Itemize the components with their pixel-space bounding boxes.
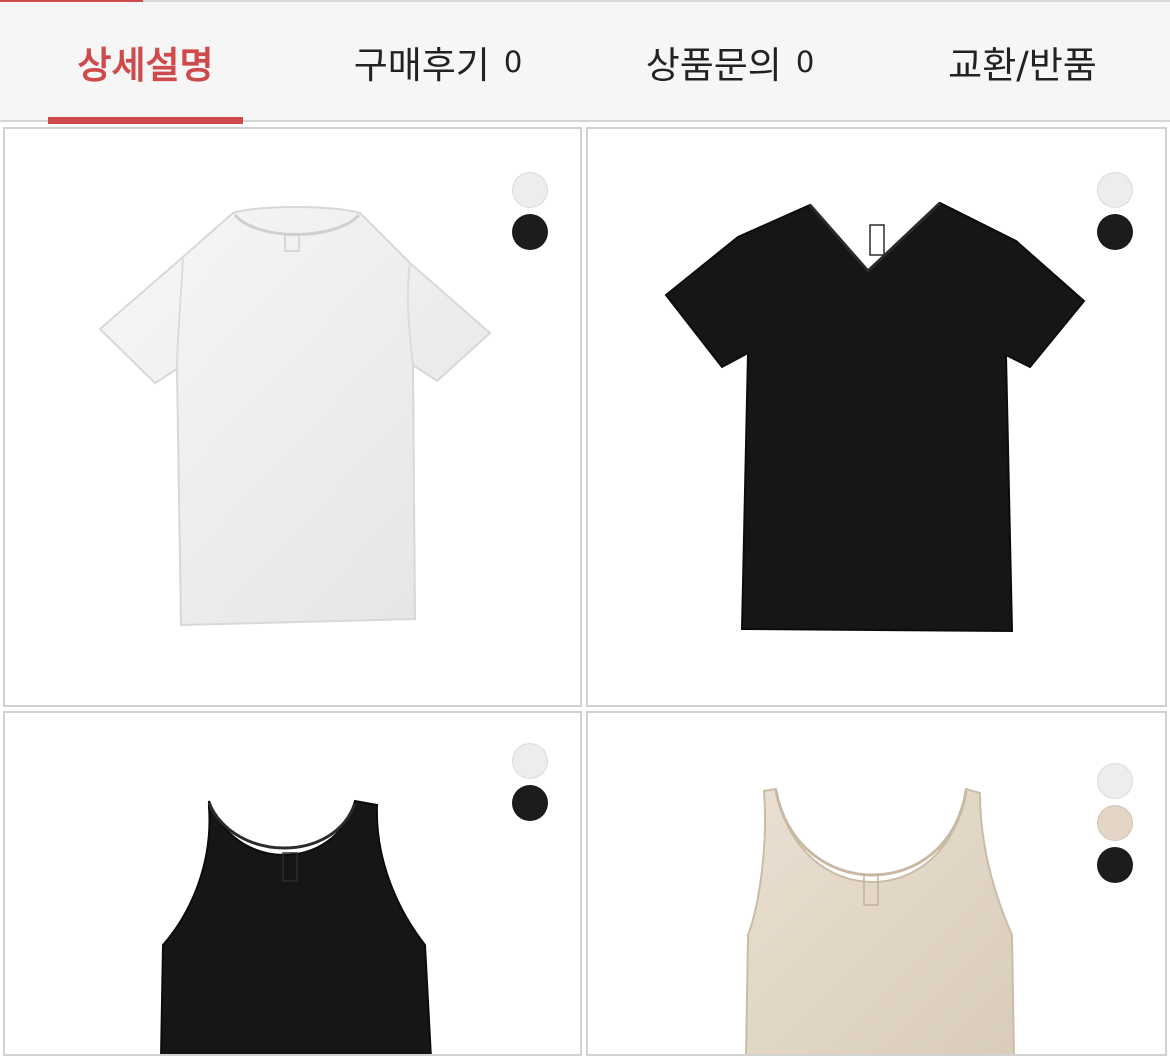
product-card-white-tshirt[interactable] [3, 127, 582, 707]
swatch-white[interactable] [1097, 172, 1133, 208]
tab-details[interactable]: 상세설명 [48, 2, 243, 124]
tab-reviews-label: 구매후기 [353, 44, 490, 87]
black-tank-top-icon [160, 799, 432, 1054]
beige-tank-top-icon [745, 787, 1015, 1054]
color-swatches [512, 743, 548, 821]
swatch-black[interactable] [512, 214, 548, 250]
product-grid [0, 124, 1170, 1056]
swatch-white[interactable] [512, 172, 548, 208]
color-swatches [512, 172, 548, 250]
product-card-beige-tank[interactable] [586, 711, 1167, 1056]
tab-reviews[interactable]: 구매후기 0 [338, 2, 538, 122]
tab-exchange-return-label: 교환/반품 [948, 44, 1097, 87]
tab-inquiries[interactable]: 상품문의 0 [630, 2, 830, 122]
swatch-black[interactable] [1097, 214, 1133, 250]
tab-details-label: 상세설명 [77, 44, 214, 87]
active-tab-indicator [48, 117, 243, 124]
color-swatches [1097, 172, 1133, 250]
tab-inquiries-label: 상품문의 [645, 44, 782, 87]
white-crew-neck-tshirt-icon [98, 206, 492, 627]
color-swatches [1097, 763, 1133, 883]
product-card-black-tank[interactable] [3, 711, 582, 1056]
tab-reviews-count: 0 [503, 45, 523, 79]
swatch-black[interactable] [512, 785, 548, 821]
swatch-white[interactable] [512, 743, 548, 779]
swatch-beige[interactable] [1097, 805, 1133, 841]
swatch-black[interactable] [1097, 847, 1133, 883]
product-card-black-vneck[interactable] [586, 127, 1167, 707]
detail-tab-bar: 상세설명 구매후기 0 상품문의 0 교환/반품 [0, 2, 1170, 124]
black-v-neck-tshirt-icon [664, 201, 1086, 633]
tab-inquiries-count: 0 [795, 45, 815, 79]
swatch-white[interactable] [1097, 763, 1133, 799]
tab-exchange-return[interactable]: 교환/반품 [930, 2, 1115, 122]
